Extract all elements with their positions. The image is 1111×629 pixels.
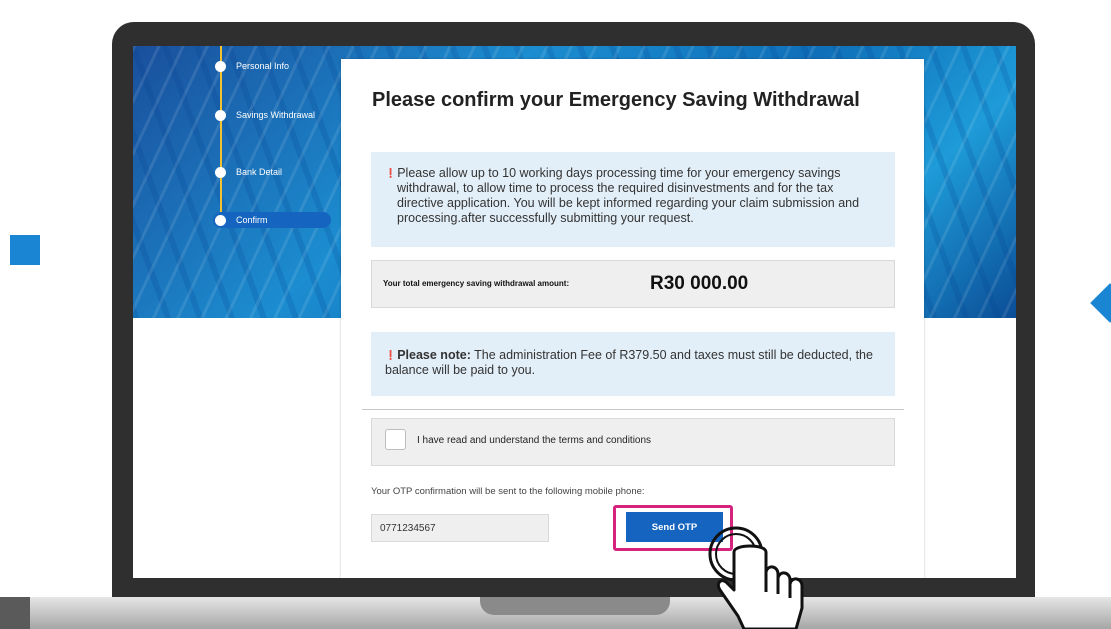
step-label: Savings Withdrawal bbox=[236, 110, 316, 120]
laptop-screen: Personal Info Savings Withdrawal Bank De… bbox=[133, 46, 1016, 578]
processing-notice-text: Please allow up to 10 working days proce… bbox=[397, 166, 860, 225]
step-label: Personal Info bbox=[236, 61, 290, 71]
fee-notice-heading: Please note: bbox=[397, 348, 471, 362]
decorative-square bbox=[10, 235, 40, 265]
terms-label[interactable]: I have read and understand the terms and… bbox=[417, 435, 651, 446]
processing-notice: ❗Please allow up to 10 working days proc… bbox=[371, 152, 895, 247]
decorative-diamond bbox=[1090, 283, 1111, 323]
info-icon: ❗ bbox=[385, 168, 397, 178]
step-dot bbox=[215, 60, 226, 72]
step-confirm[interactable]: Confirm bbox=[213, 212, 331, 228]
divider bbox=[362, 409, 904, 410]
step-bank-detail[interactable]: Bank Detail bbox=[213, 164, 282, 180]
withdrawal-amount-box: Your total emergency saving withdrawal a… bbox=[371, 260, 895, 308]
amount-label: Your total emergency saving withdrawal a… bbox=[383, 279, 570, 288]
terms-box: I have read and understand the terms and… bbox=[371, 418, 895, 466]
step-label: Bank Detail bbox=[236, 167, 283, 177]
step-label: Confirm bbox=[236, 215, 268, 225]
step-dot bbox=[215, 214, 226, 226]
amount-value: R30 000.00 bbox=[650, 273, 749, 294]
step-personal-info[interactable]: Personal Info bbox=[213, 58, 289, 74]
progress-steps: Personal Info Savings Withdrawal Bank De… bbox=[213, 46, 333, 236]
terms-checkbox[interactable] bbox=[385, 429, 406, 450]
laptop-notch bbox=[480, 597, 670, 615]
info-icon: ❗ bbox=[385, 350, 397, 360]
step-dot bbox=[215, 166, 226, 178]
fee-notice: ❗Please note: The administration Fee of … bbox=[371, 332, 895, 396]
step-dot bbox=[215, 109, 226, 121]
page-title: Please confirm your Emergency Saving Wit… bbox=[372, 89, 860, 111]
confirm-card: Please confirm your Emergency Saving Wit… bbox=[341, 59, 924, 578]
otp-note: Your OTP confirmation will be sent to th… bbox=[371, 486, 645, 497]
mobile-phone-field[interactable] bbox=[371, 514, 549, 542]
step-savings-withdrawal[interactable]: Savings Withdrawal bbox=[213, 107, 315, 123]
hand-pointer-icon bbox=[708, 526, 804, 629]
